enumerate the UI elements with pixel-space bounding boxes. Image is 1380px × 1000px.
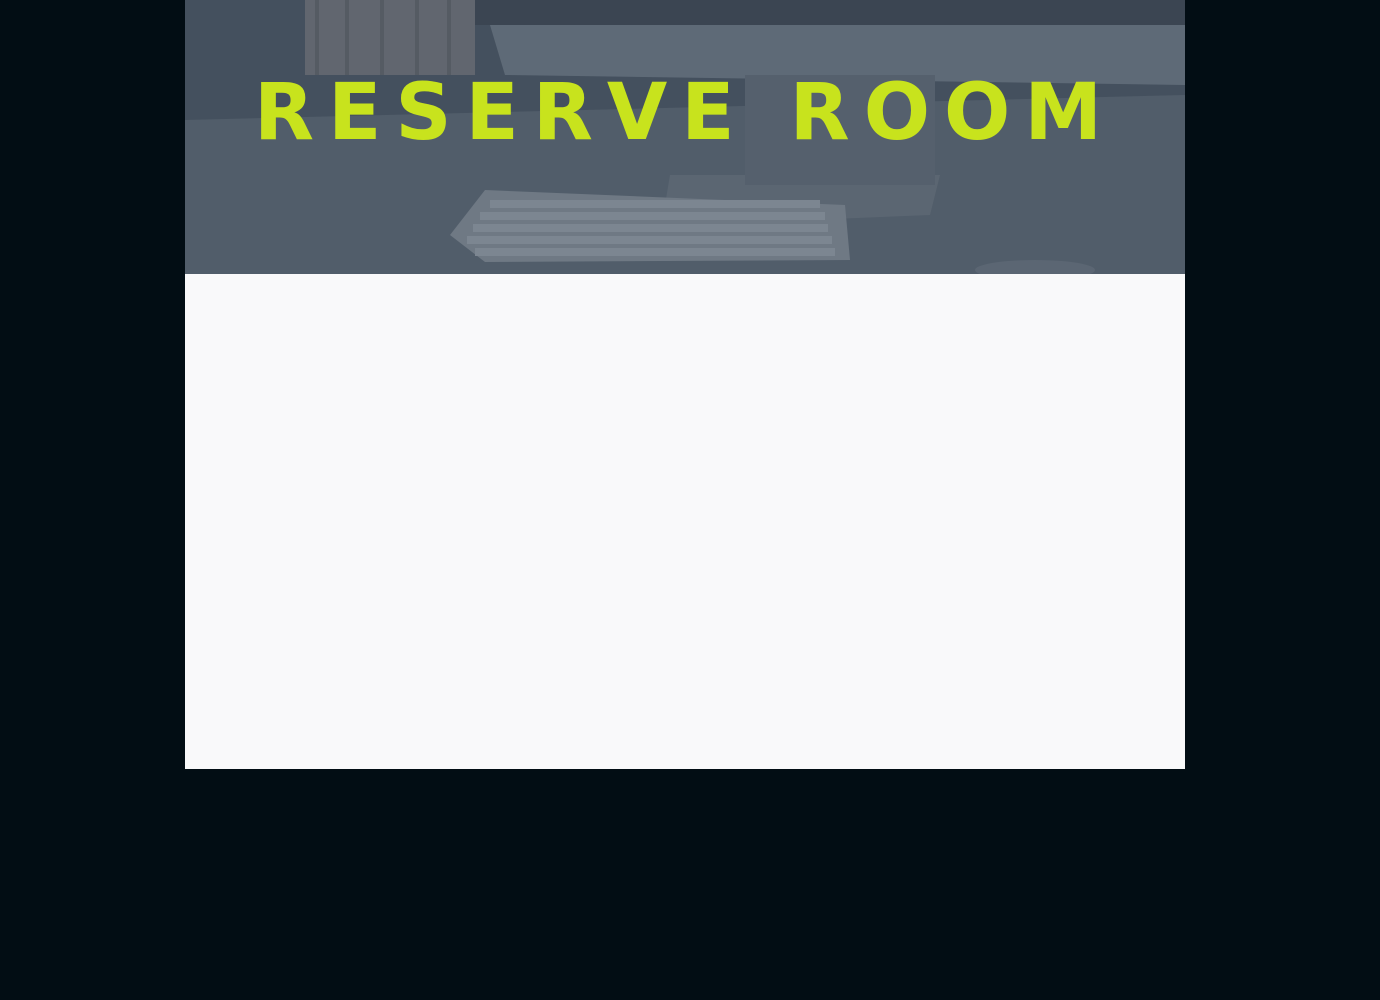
- page: Reserve Room: [0, 0, 1380, 1000]
- content-frame: Reserve Room: [185, 0, 1185, 769]
- page-title: Reserve Room: [254, 68, 1116, 158]
- reservation-content-panel: [185, 274, 1185, 769]
- hero-banner: Reserve Room: [185, 0, 1185, 274]
